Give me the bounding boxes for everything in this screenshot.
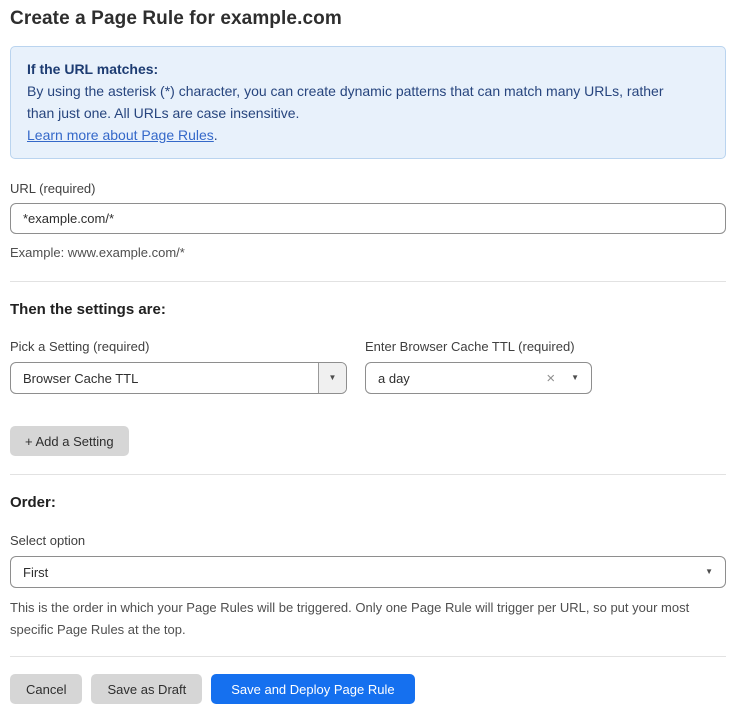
pick-setting-label: Pick a Setting (required) [10,339,347,354]
section-divider [10,281,726,282]
chevron-down-glyph: ▼ [329,374,337,382]
add-setting-button[interactable]: + Add a Setting [10,426,129,456]
chevron-down-icon[interactable]: ▼ [318,363,346,393]
ttl-setting-value: a day [366,371,546,386]
order-select-value: First [11,565,705,580]
section-divider [10,474,726,475]
ttl-setting-label: Enter Browser Cache TTL (required) [365,339,592,354]
clear-icon[interactable]: × [546,371,555,386]
settings-row: Pick a Setting (required) Browser Cache … [10,339,726,394]
settings-section-heading: Then the settings are: [10,301,726,318]
info-box-body: By using the asterisk (*) character, you… [27,80,687,124]
cancel-button[interactable]: Cancel [10,674,82,704]
order-helper-text: This is the order in which your Page Rul… [10,597,720,641]
ttl-setting-column: Enter Browser Cache TTL (required) a day… [365,339,592,394]
info-box-heading: If the URL matches: [27,58,709,80]
url-field-helper: Example: www.example.com/* [10,242,726,263]
action-buttons-row: Cancel Save as Draft Save and Deploy Pag… [10,674,726,704]
order-section-heading: Order: [10,494,726,511]
info-box-link-line: Learn more about Page Rules. [27,124,709,146]
ttl-setting-select[interactable]: a day × ▼ [365,362,592,394]
order-select[interactable]: First ▼ [10,556,726,588]
url-input[interactable] [10,203,726,234]
chevron-down-icon[interactable]: ▼ [705,568,713,576]
chevron-down-icon[interactable]: ▼ [571,374,579,382]
save-as-draft-button[interactable]: Save as Draft [91,674,202,704]
link-suffix: . [214,127,218,143]
url-field-label: URL (required) [10,181,726,196]
pick-setting-select[interactable]: Browser Cache TTL ▼ [10,362,347,394]
learn-more-link[interactable]: Learn more about Page Rules [27,127,214,143]
pick-setting-value: Browser Cache TTL [11,371,318,386]
order-select-label: Select option [10,533,726,548]
footer-divider [10,656,726,657]
page-title: Create a Page Rule for example.com [10,8,726,30]
url-match-info-box: If the URL matches: By using the asteris… [10,46,726,159]
save-and-deploy-button[interactable]: Save and Deploy Page Rule [211,674,414,704]
pick-setting-column: Pick a Setting (required) Browser Cache … [10,339,347,394]
